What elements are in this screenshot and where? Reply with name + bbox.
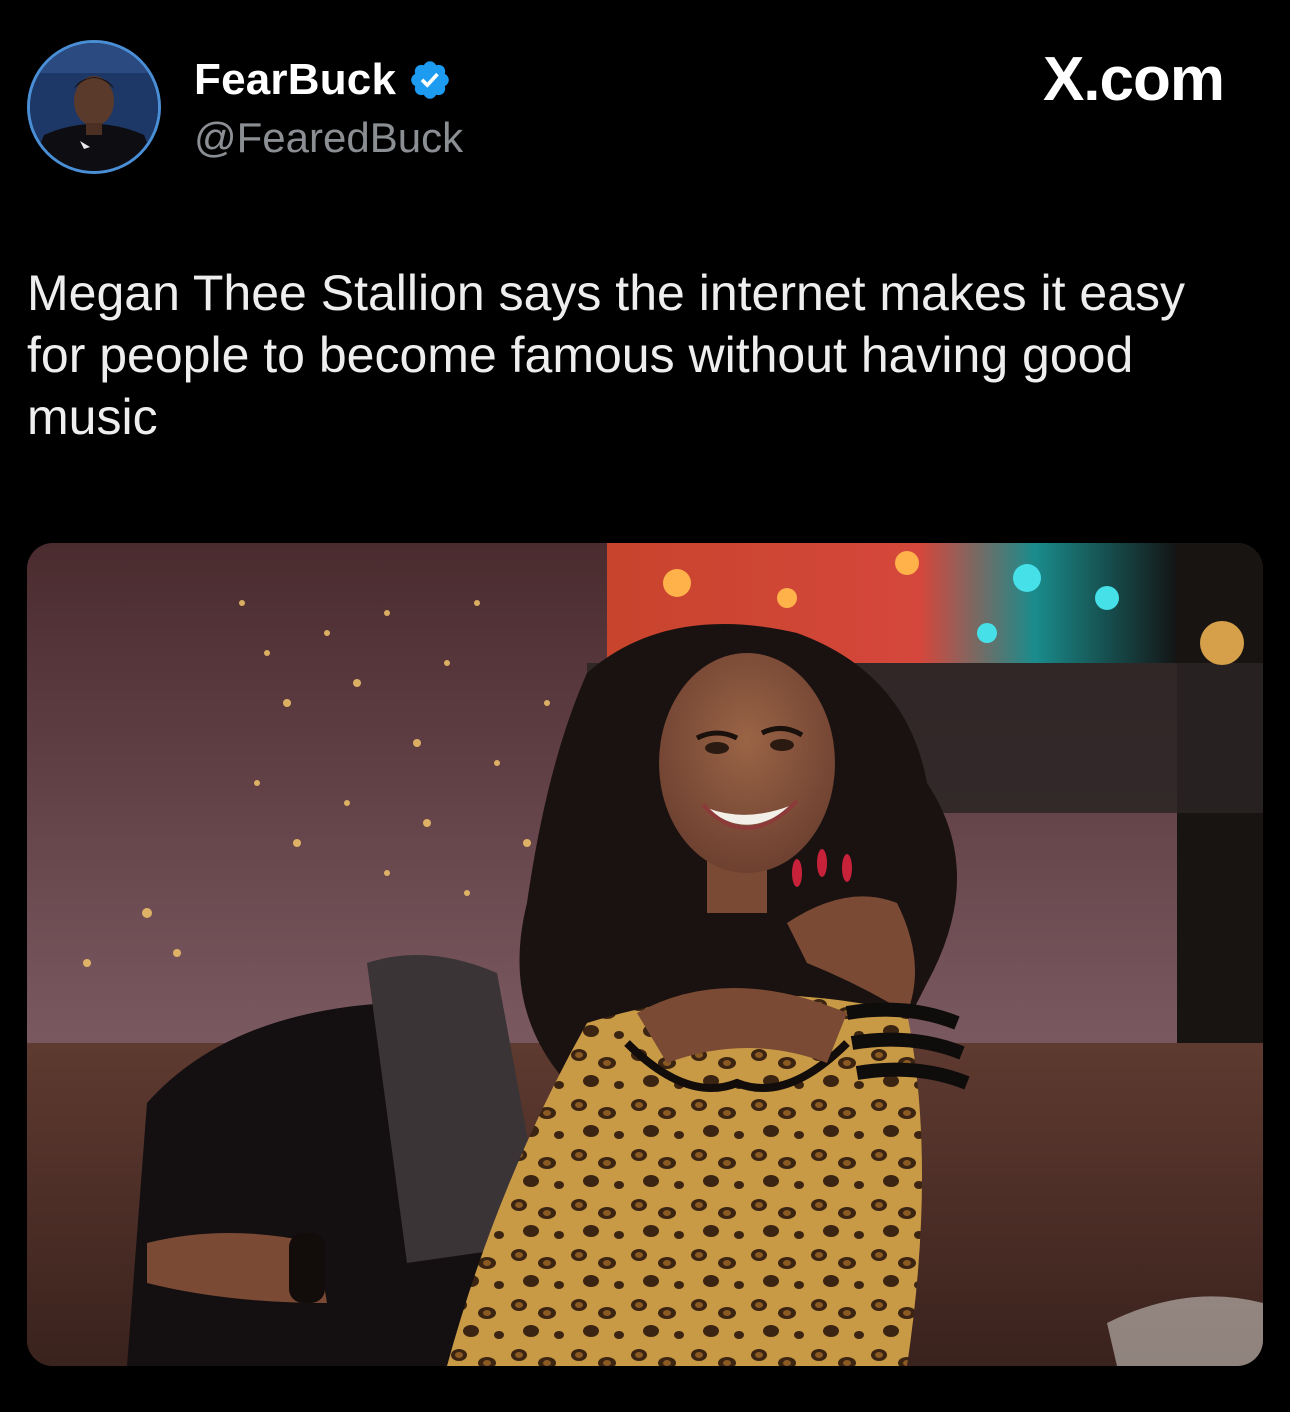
tweet-media-photo[interactable] [27,543,1263,1366]
verified-badge-icon [411,61,449,99]
photo-illustration [27,543,1263,1366]
source-label: X.com [1042,45,1225,114]
tweet-card[interactable]: FearBuck @FearedBuck X.com Megan Thee St… [0,0,1290,1412]
tweet-text: Megan Thee Stallion says the internet ma… [27,265,1186,445]
avatar-photo [30,43,158,171]
author-info: FearBuck @FearedBuck [194,52,463,162]
author-avatar[interactable] [27,40,161,174]
author-handle[interactable]: @FearedBuck [194,114,463,162]
author-name-row: FearBuck [194,52,463,108]
author-display-name[interactable]: FearBuck [194,55,396,105]
